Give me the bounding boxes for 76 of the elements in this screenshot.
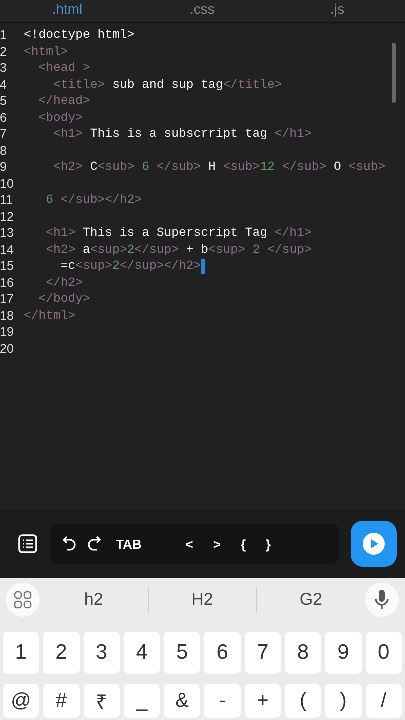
file-tab[interactable]: .css [135,0,270,22]
code-line: </h2> [45,276,84,290]
run-button[interactable] [351,521,397,567]
keyboard-key[interactable]: 6 [204,632,241,674]
line-number: 4 [0,78,8,92]
keyboard-key[interactable]: - [204,684,241,718]
keyboard-key[interactable]: 1 [3,632,40,674]
code-line: </head> [38,94,90,108]
line-number: 9 [0,160,8,174]
line-number: 8 [0,144,8,158]
list-icon[interactable] [18,534,38,554]
line-number: 14 [0,242,15,257]
toolbar-key[interactable]: } [260,536,278,552]
keyboard-key[interactable]: ₹ [84,684,120,718]
line-number: 6 [0,110,8,125]
keyboard-key[interactable]: # [43,684,80,718]
line-number: 13 [0,226,15,240]
suggestion[interactable]: G2 [257,590,366,610]
keyboard-key[interactable]: 3 [84,632,120,674]
code-line: 6 </sub></h2> [45,193,142,208]
undo-icon[interactable] [62,535,78,553]
keyboard-key[interactable]: @ [3,684,40,718]
code-line: <body> [38,110,84,125]
code-line: <h1> This is a Superscript Tag </h1> [45,226,312,240]
code-line: </html> [24,308,76,323]
keyboard-key[interactable]: + [244,684,282,718]
line-number: 11 [0,193,14,208]
keyboard-key[interactable]: 8 [285,632,322,674]
line-number: 2 [0,44,8,59]
keyboard-key[interactable]: 9 [325,632,362,674]
suggestion[interactable]: H2 [148,590,256,610]
keyboard-key[interactable]: & [164,684,200,718]
grid-icon [14,591,32,609]
code-line: <title> sub and sup tag</title> [52,78,282,92]
keyboard-key[interactable]: _ [124,684,160,718]
play-icon [362,532,386,556]
line-number: 20 [0,342,15,356]
microphone-icon [374,589,390,611]
code-line: <h2> C<sub> 6 </sub> H <sub>12 </sub> O <sub> [52,160,386,174]
code-line: <head > [38,61,90,76]
code-line: <h2> a<sup>2</sup> + b<sup> 2 </sup> [45,242,312,257]
code-line: <!doctype html> [24,28,135,42]
keyboard-key[interactable]: 2 [43,632,80,674]
line-number: 15 [0,259,15,274]
scrollbar [392,43,396,103]
line-number: 19 [0,325,15,340]
keyboard-key[interactable]: 0 [366,632,402,674]
keyboard-key[interactable]: / [366,684,402,718]
keyboard-key[interactable]: 5 [164,632,200,674]
line-number: 18 [0,308,15,323]
suggestion[interactable]: h2 [40,590,148,610]
line-number: 3 [0,61,8,76]
file-tab[interactable]: .html [0,0,135,22]
code-line: =c<sup>2</sup></h2> [60,259,202,274]
code-line: </body> [38,292,90,306]
line-number: 10 [0,176,15,191]
line-number: 12 [0,210,15,224]
line-number: 1 [0,28,8,42]
line-number: 17 [0,292,15,306]
toolbar-key[interactable]: TAB [110,536,148,552]
line-number: 5 [0,94,8,108]
file-tab[interactable]: .js [270,0,405,22]
redo-icon[interactable] [86,535,102,553]
mic-button[interactable] [365,583,400,617]
keyboard-key[interactable]: ) [325,684,362,718]
keyboard-key[interactable]: 4 [124,632,160,674]
line-number: 7 [0,127,8,142]
keyboard-key[interactable]: ( [285,684,322,718]
code-line: <h1> This is a subscrript tag </h1> [52,127,312,142]
keyboard-key[interactable]: 7 [244,632,282,674]
apps-button[interactable] [6,583,40,617]
toolbar-key[interactable]: < [180,536,200,552]
code-line: <html> [24,44,68,59]
line-number: 16 [0,276,15,290]
toolbar-key[interactable]: > [207,536,227,552]
toolbar-key[interactable]: { [234,536,252,552]
